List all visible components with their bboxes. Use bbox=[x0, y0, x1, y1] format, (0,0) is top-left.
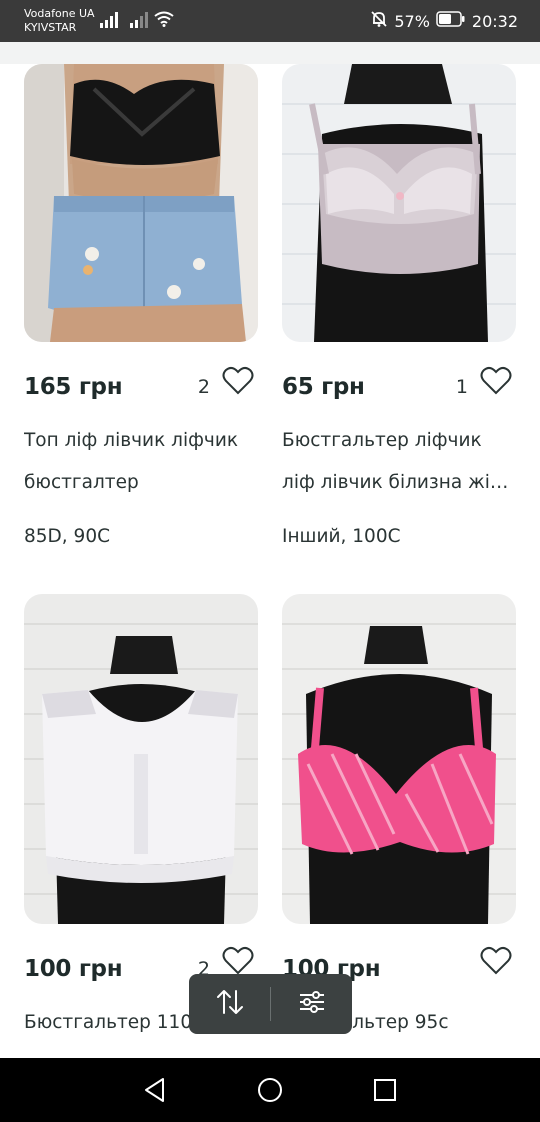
sort-arrows-icon bbox=[216, 989, 244, 1020]
listing-price: 100 грн bbox=[24, 956, 123, 982]
listing-title-line: Топ ліф лівчик ліфчик bbox=[24, 430, 239, 451]
listing-size: Інший, 100C bbox=[282, 526, 401, 547]
battery-percent: 57% bbox=[394, 11, 430, 31]
listing-photo[interactable] bbox=[282, 594, 516, 924]
signal-icon bbox=[100, 12, 120, 28]
back-icon[interactable] bbox=[141, 1076, 169, 1104]
signal-icon bbox=[130, 12, 150, 28]
carrier-name-2: KYIVSTAR bbox=[24, 21, 77, 34]
filter-button[interactable] bbox=[271, 974, 352, 1034]
listing-photo[interactable] bbox=[24, 594, 258, 924]
carrier-name-1: Vodafone UA bbox=[24, 7, 95, 20]
recents-icon[interactable] bbox=[371, 1076, 399, 1104]
listing-title[interactable]: Топ ліф лівчик ліфчик бюстгалтер bbox=[24, 420, 258, 504]
filter-sliders-icon bbox=[299, 990, 325, 1018]
listing-price: 65 грн bbox=[282, 374, 365, 400]
battery-icon bbox=[436, 11, 466, 31]
sort-filter-bar bbox=[189, 974, 352, 1034]
wifi-icon bbox=[154, 11, 174, 27]
listing-title-line: Бюстгальтер ліфчик bbox=[282, 430, 482, 451]
app-header-strip bbox=[0, 42, 540, 64]
status-bar: Vodafone UA KYIVSTAR 57% 20:32 bbox=[0, 0, 540, 42]
listing-grid[interactable]: 165 грн 2 Топ ліф лівчик ліфчик бюстгалт… bbox=[0, 64, 540, 1058]
system-nav-bar bbox=[0, 1058, 540, 1122]
listing-photo[interactable] bbox=[282, 64, 516, 342]
listing-photo[interactable] bbox=[24, 64, 258, 342]
listing-title[interactable]: Бюстгальтер ліфчик ліф лівчик білизна жі… bbox=[282, 420, 516, 504]
mute-bell-icon bbox=[370, 10, 388, 32]
listing-price: 165 грн bbox=[24, 374, 123, 400]
home-icon[interactable] bbox=[256, 1076, 284, 1104]
listing-title-line: ліф лівчик білизна жін… bbox=[282, 472, 516, 493]
clock: 20:32 bbox=[471, 11, 518, 31]
listing-size: 85D, 90C bbox=[24, 526, 111, 547]
heart-icon[interactable] bbox=[480, 946, 512, 981]
carrier-label: Vodafone UA KYIVSTAR bbox=[24, 7, 95, 35]
listing-title-line: бюстгалтер bbox=[24, 472, 139, 493]
status-right: 57% 20:32 bbox=[370, 10, 518, 32]
heart-icon[interactable] bbox=[222, 366, 254, 401]
sort-button[interactable] bbox=[189, 974, 270, 1034]
heart-icon[interactable] bbox=[480, 366, 512, 401]
like-count: 2 bbox=[197, 376, 210, 398]
like-count: 1 bbox=[455, 376, 468, 398]
